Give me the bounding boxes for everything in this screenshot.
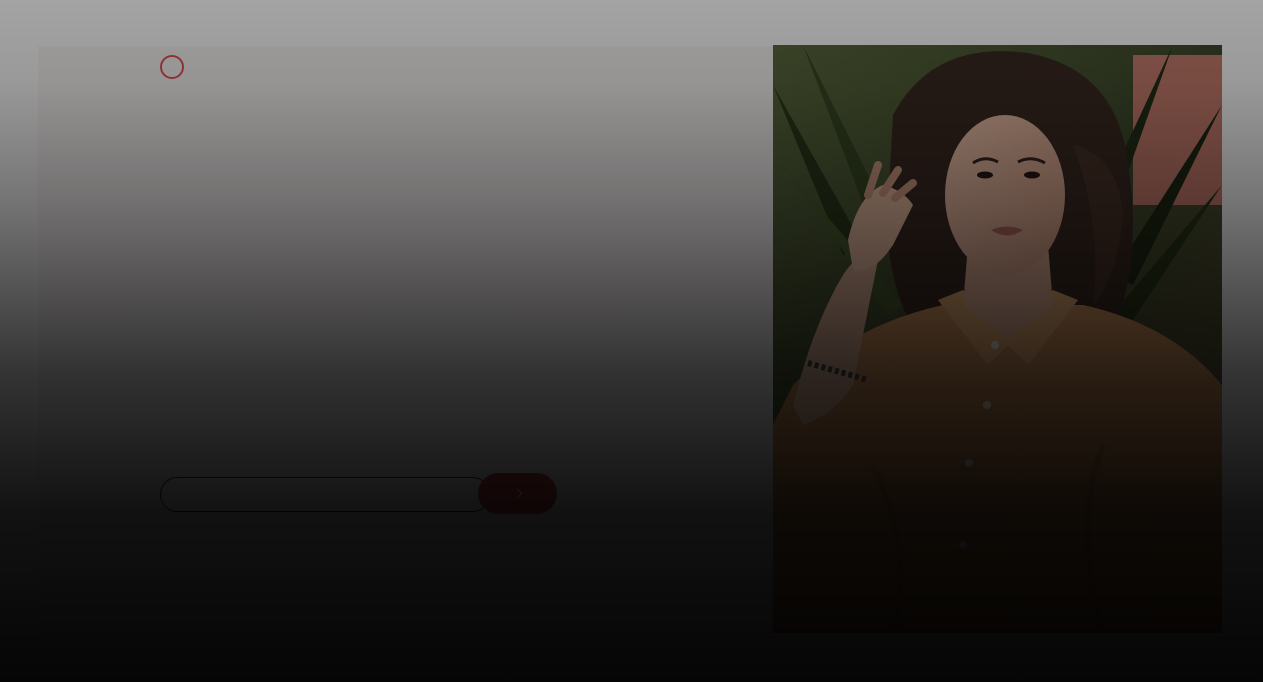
subscribe-form <box>160 473 557 514</box>
page <box>0 0 1263 682</box>
email-input[interactable] <box>160 477 490 512</box>
loading-ring-icon <box>160 55 184 79</box>
chevron-right-icon <box>512 488 523 499</box>
woman-portrait-image <box>773 45 1222 633</box>
submit-button[interactable] <box>478 473 557 514</box>
popup-content <box>160 55 600 525</box>
